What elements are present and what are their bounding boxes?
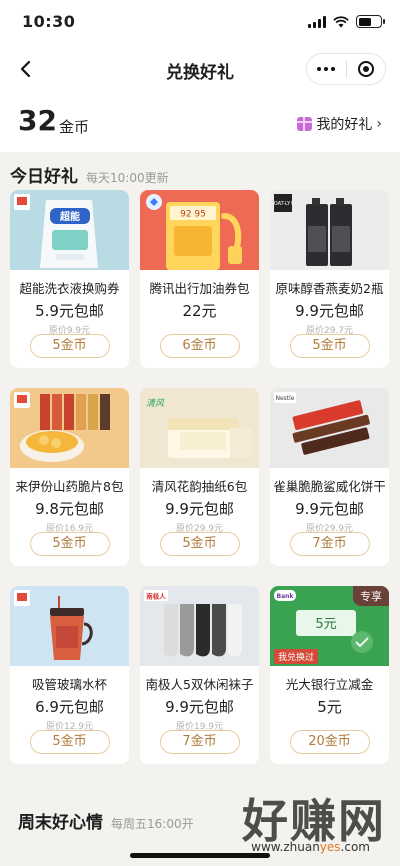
svg-text:Bank: Bank bbox=[277, 593, 295, 600]
product-image bbox=[10, 388, 129, 468]
gift-price: 9.9元包邮 bbox=[165, 698, 234, 716]
status-bar: 10:30 bbox=[0, 0, 400, 46]
nav-bar: 兑换好礼 bbox=[0, 46, 400, 92]
gift-price: 5.9元包邮 bbox=[35, 302, 104, 320]
svg-text:清风: 清风 bbox=[146, 398, 165, 409]
product-image: 超能 bbox=[10, 190, 129, 270]
svg-text:南极人: 南极人 bbox=[146, 592, 166, 601]
redeem-button[interactable]: 5金币 bbox=[289, 334, 370, 358]
gift-price: 9.8元包邮 bbox=[35, 500, 104, 518]
product-image: 清风 bbox=[140, 388, 259, 468]
gift-card[interactable]: 吸管玻璃水杯 6.9元包邮 原价12.9元 5金币 bbox=[10, 586, 129, 764]
coin-unit: 金币 bbox=[59, 118, 90, 136]
miniapp-capsule bbox=[306, 53, 386, 85]
battery-icon bbox=[356, 15, 385, 28]
gift-name: 腾讯出行加油券包 bbox=[149, 281, 250, 296]
my-gift-label: 我的好礼 bbox=[316, 117, 373, 133]
redeem-button[interactable]: 20金币 bbox=[289, 730, 370, 754]
today-section-header: 今日好礼 每天10:00更新 bbox=[10, 162, 169, 187]
product-image: 专享 Bank 5元 我兑换过 bbox=[270, 586, 389, 666]
gift-name: 吸管玻璃水杯 bbox=[31, 677, 107, 692]
coin-count: 32 bbox=[18, 104, 57, 137]
weekend-section-header: 周末好心情 每周五16:00开 bbox=[18, 808, 194, 833]
close-miniapp-button[interactable] bbox=[346, 54, 385, 84]
svg-text:Nestle: Nestle bbox=[275, 395, 294, 402]
target-icon bbox=[357, 61, 374, 77]
section-title: 周末好心情 bbox=[18, 813, 103, 833]
gift-card[interactable]: 专享 Bank 5元 我兑换过 光大银行立减金 5元 20金币 bbox=[270, 586, 389, 764]
section-title: 今日好礼 bbox=[10, 167, 78, 187]
svg-text:5元: 5元 bbox=[315, 617, 336, 632]
coin-header: 32 金币 我的好礼 › bbox=[0, 92, 400, 152]
product-image bbox=[10, 586, 129, 666]
status-icons bbox=[308, 15, 385, 28]
redeem-button[interactable]: 5金币 bbox=[159, 532, 240, 556]
gift-name: 南极人5双休闲袜子 bbox=[145, 677, 254, 692]
svg-text:OAT-LY!: OAT-LY! bbox=[274, 201, 292, 207]
wifi-icon bbox=[333, 15, 349, 27]
gift-name: 光大银行立减金 bbox=[285, 677, 374, 692]
status-time: 10:30 bbox=[22, 12, 76, 31]
gift-name: 清风花韵抽纸6包 bbox=[151, 479, 248, 494]
gift-price: 9.9元包邮 bbox=[295, 500, 364, 518]
gift-card[interactable]: Nestle 雀巢脆脆鲨威化饼干 9.9元包邮 原价29.9元 7金币 bbox=[270, 388, 389, 566]
redeem-button[interactable]: 7金币 bbox=[159, 730, 240, 754]
my-gift-link[interactable]: 我的好礼 › bbox=[297, 114, 382, 134]
product-image: Nestle bbox=[270, 388, 389, 468]
gift-icon bbox=[297, 117, 313, 131]
gift-name: 超能洗衣液换购券 bbox=[19, 281, 120, 296]
gift-price: 22元 bbox=[182, 302, 217, 320]
more-icon bbox=[317, 67, 336, 71]
gift-name: 雀巢脆脆鲨威化饼干 bbox=[273, 479, 386, 494]
product-image: 南极人 bbox=[140, 586, 259, 666]
section-subtitle: 每周五16:00开 bbox=[111, 817, 194, 831]
gift-card[interactable]: 来伊份山药脆片8包 9.8元包邮 原价16.9元 5金币 bbox=[10, 388, 129, 566]
watermark-url: www.zhuanyes.com bbox=[251, 840, 370, 854]
gift-card[interactable]: 清风 清风花韵抽纸6包 9.9元包邮 原价29.9元 5金币 bbox=[140, 388, 259, 566]
gift-grid: 超能 超能洗衣液换购券 5.9元包邮 原价9.9元 5金币 92 95 腾讯出行… bbox=[10, 190, 390, 764]
section-subtitle: 每天10:00更新 bbox=[86, 171, 169, 185]
signal-icon bbox=[308, 15, 326, 28]
svg-text:超能: 超能 bbox=[59, 210, 80, 223]
redeemed-badge: 我兑换过 bbox=[274, 649, 319, 664]
chevron-right-icon: › bbox=[376, 116, 382, 132]
gift-name: 来伊份山药脆片8包 bbox=[15, 479, 124, 494]
gift-price: 9.9元包邮 bbox=[295, 302, 364, 320]
redeem-button[interactable]: 7金币 bbox=[289, 532, 370, 556]
gift-price: 9.9元包邮 bbox=[165, 500, 234, 518]
redeem-button[interactable]: 5金币 bbox=[29, 334, 110, 358]
home-indicator bbox=[130, 853, 270, 858]
gift-name: 原味醇香燕麦奶2瓶 bbox=[275, 281, 384, 296]
redeem-button[interactable]: 6金币 bbox=[159, 334, 240, 358]
redeem-button[interactable]: 5金币 bbox=[29, 532, 110, 556]
gift-card[interactable]: 南极人 南极人5双休闲袜子 9.9元包邮 原价19.9元 7金币 bbox=[140, 586, 259, 764]
svg-text:92 95: 92 95 bbox=[180, 210, 206, 220]
product-image: 92 95 bbox=[140, 190, 259, 270]
product-image: OAT-LY! bbox=[270, 190, 389, 270]
gift-price: 5元 bbox=[317, 698, 342, 716]
redeem-button[interactable]: 5金币 bbox=[29, 730, 110, 754]
gift-card[interactable]: 92 95 腾讯出行加油券包 22元 6金币 bbox=[140, 190, 259, 368]
gift-card[interactable]: OAT-LY! 原味醇香燕麦奶2瓶 9.9元包邮 原价29.7元 5金币 bbox=[270, 190, 389, 368]
more-button[interactable] bbox=[307, 54, 346, 84]
gift-price: 6.9元包邮 bbox=[35, 698, 104, 716]
gift-card[interactable]: 超能 超能洗衣液换购券 5.9元包邮 原价9.9元 5金币 bbox=[10, 190, 129, 368]
